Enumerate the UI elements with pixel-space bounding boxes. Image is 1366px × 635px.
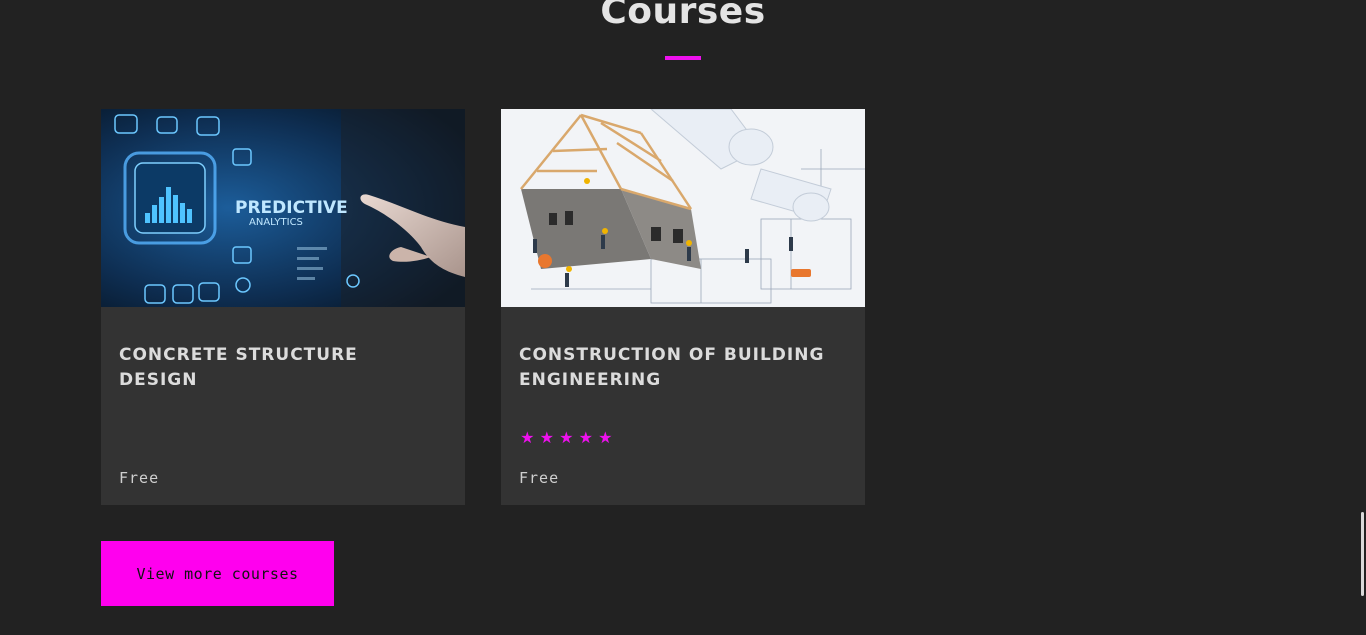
view-more-courses-button[interactable]: View more courses — [101, 541, 334, 606]
course-price: Free — [119, 469, 160, 487]
star-icon: ★ — [520, 430, 535, 447]
title-underline — [665, 56, 701, 60]
house-construction-image — [501, 109, 865, 307]
course-title[interactable]: CONCRETE STRUCTURE DESIGN — [119, 343, 439, 393]
star-icon: ★ — [539, 430, 554, 447]
predictive-analytics-image: PREDICTIVE ANALYTICS — [101, 109, 465, 307]
star-icon: ★ — [598, 430, 613, 447]
course-card[interactable]: CONSTRUCTION OF BUILDING ENGINEERING ★ ★… — [501, 109, 865, 505]
rating-stars: ★ ★ ★ ★ ★ — [519, 429, 614, 449]
star-icon: ★ — [578, 430, 593, 447]
image-text-analytics: ANALYTICS — [249, 217, 303, 228]
image-text-predictive: PREDICTIVE — [235, 198, 348, 218]
course-price: Free — [519, 469, 560, 487]
course-title[interactable]: CONSTRUCTION OF BUILDING ENGINEERING — [519, 343, 839, 393]
section-title: Courses — [600, 0, 766, 32]
course-thumbnail[interactable] — [501, 109, 865, 307]
course-card[interactable]: PREDICTIVE ANALYTICS CONCRETE STRUCTURE … — [101, 109, 465, 505]
scrollbar[interactable] — [1361, 512, 1364, 596]
course-thumbnail[interactable]: PREDICTIVE ANALYTICS — [101, 109, 465, 307]
star-icon: ★ — [559, 430, 574, 447]
